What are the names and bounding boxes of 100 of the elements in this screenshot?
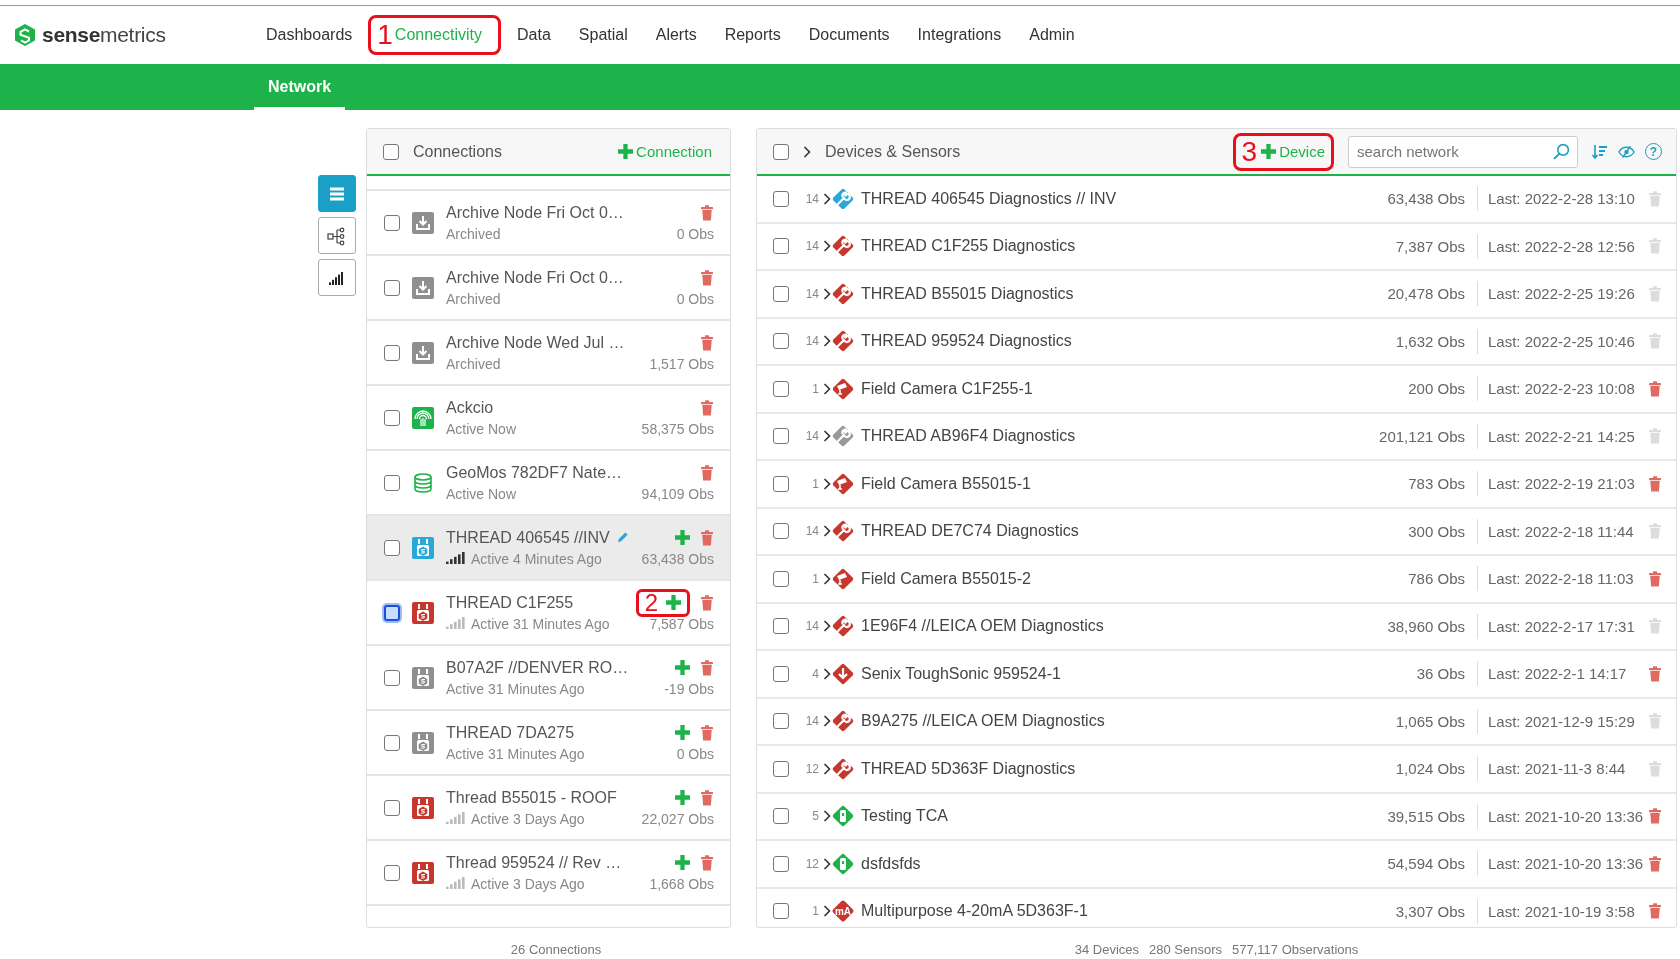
checkbox[interactable] xyxy=(773,665,789,682)
checkbox[interactable] xyxy=(773,523,789,540)
trash-icon[interactable] xyxy=(1648,855,1662,872)
tree-view-button[interactable] xyxy=(318,217,356,254)
chevron-icon[interactable] xyxy=(823,335,831,348)
device-row[interactable]: 12 dsfdsfds 54,594 Obs Last: 2021-10-20 13:36 xyxy=(757,841,1676,889)
pencil-icon[interactable] xyxy=(615,531,629,544)
checkbox[interactable] xyxy=(773,475,789,492)
trash-icon[interactable] xyxy=(1648,380,1662,397)
checkbox[interactable] xyxy=(384,734,400,751)
chevron-icon[interactable] xyxy=(823,715,831,728)
chevron-icon[interactable] xyxy=(823,810,831,823)
chevron-icon[interactable] xyxy=(823,667,831,680)
checkbox[interactable] xyxy=(384,474,400,491)
connection-row[interactable]: Archive Node Fri Oct 0… Archived 0 Obs xyxy=(367,191,730,256)
checkbox[interactable] xyxy=(773,238,789,255)
plus-icon[interactable] xyxy=(675,660,690,675)
checkbox[interactable] xyxy=(383,143,399,160)
checkbox[interactable] xyxy=(773,143,789,160)
checkbox[interactable] xyxy=(773,760,789,777)
checkbox[interactable] xyxy=(773,190,789,207)
nav-tab[interactable]: Documents xyxy=(796,20,902,50)
trash-icon[interactable] xyxy=(1648,903,1662,920)
connection-row[interactable]: Archive Node Fri Oct 0… Archived 0 Obs xyxy=(367,256,730,321)
sort-icon[interactable] xyxy=(1592,143,1608,160)
trash-icon[interactable] xyxy=(700,204,714,221)
list-view-button[interactable] xyxy=(318,175,356,212)
device-row[interactable]: 12 THREAD 5D363F Diagnostics 1,024 Obs Last: 2021-11-3 8:44 xyxy=(757,746,1676,794)
connection-row[interactable]: THREAD 406545 //INV Active 4 Minutes Ago 63,438 Obs xyxy=(367,516,730,581)
checkbox[interactable] xyxy=(384,539,400,556)
trash-icon[interactable] xyxy=(700,334,714,351)
device-row[interactable]: 14 THREAD AB96F4 Diagnostics 201,121 Obs Last: 2022-2-21 14:25 xyxy=(757,413,1676,461)
checkbox[interactable] xyxy=(384,669,400,686)
nav-tab[interactable]: Spatial xyxy=(566,20,640,50)
chevron-icon[interactable] xyxy=(803,145,811,158)
checkbox[interactable] xyxy=(384,344,400,361)
checkbox[interactable] xyxy=(384,864,400,881)
device-row[interactable]: 14 THREAD DE7C74 Diagnostics 300 Obs Last: 2022-2-18 11:44 xyxy=(757,508,1676,556)
connection-row[interactable]: B07A2F //DENVER RO… Active 31 Minutes Ago -19 Obs xyxy=(367,646,730,711)
checkbox[interactable] xyxy=(384,214,400,231)
nav-tab[interactable]: Admin xyxy=(1017,20,1087,50)
checkbox[interactable] xyxy=(773,285,789,302)
chevron-icon[interactable] xyxy=(823,572,831,585)
chevron-icon[interactable] xyxy=(823,430,831,443)
device-row[interactable]: 14 THREAD 959524 Diagnostics 1,632 Obs Last: 2022-2-25 10:46 xyxy=(757,318,1676,366)
device-row[interactable]: 14 B9A275 //LEICA OEM Diagnostics 1,065 Obs Last: 2021-12-9 15:29 xyxy=(757,698,1676,746)
checkbox[interactable] xyxy=(773,855,789,872)
trash-icon[interactable] xyxy=(700,464,714,481)
trash-icon[interactable] xyxy=(700,854,714,871)
trash-icon[interactable] xyxy=(1648,475,1662,492)
connection-row[interactable]: Archive Node Wed Jul … Archived 1,517 Obs xyxy=(367,321,730,386)
plus-icon[interactable] xyxy=(1261,144,1277,159)
trash-icon[interactable] xyxy=(1648,570,1662,587)
chevron-icon[interactable] xyxy=(823,477,831,490)
hidden-eye-icon[interactable] xyxy=(1618,144,1635,159)
checkbox[interactable] xyxy=(384,799,400,816)
trash-icon[interactable] xyxy=(1648,665,1662,682)
chevron-icon[interactable] xyxy=(823,762,831,775)
checkbox[interactable] xyxy=(384,604,400,621)
device-row[interactable]: 14 THREAD B55015 Diagnostics 20,478 Obs Last: 2022-2-25 19:26 xyxy=(757,271,1676,319)
trash-icon[interactable] xyxy=(700,724,714,741)
checkbox[interactable] xyxy=(773,380,789,397)
checkbox[interactable] xyxy=(773,618,789,635)
device-row[interactable]: 14 THREAD 406545 Diagnostics // INV 63,438 Obs Last: 2022-2-28 13:10 xyxy=(757,176,1676,224)
trash-icon[interactable] xyxy=(700,789,714,806)
device-row[interactable]: 1 Field Camera C1F255-1 200 Obs Last: 2022-2-23 10:08 xyxy=(757,366,1676,414)
connection-row[interactable]: Thread 959524 // Rev … Active 3 Days Ago 1,668 Obs xyxy=(367,841,730,906)
device-row[interactable]: 14 THREAD C1F255 Diagnostics 7,387 Obs Last: 2022-2-28 12:56 xyxy=(757,223,1676,271)
trash-icon[interactable] xyxy=(700,659,714,676)
chevron-icon[interactable] xyxy=(823,287,831,300)
plus-icon[interactable] xyxy=(675,725,690,740)
nav-tab[interactable]: Integrations xyxy=(905,20,1014,50)
checkbox[interactable] xyxy=(773,808,789,825)
checkbox[interactable] xyxy=(384,409,400,426)
nav-tab[interactable]: Alerts xyxy=(643,20,709,50)
chevron-icon[interactable] xyxy=(823,240,831,253)
trash-icon[interactable] xyxy=(1648,808,1662,825)
plus-icon[interactable] xyxy=(675,530,690,545)
chevron-icon[interactable] xyxy=(823,857,831,870)
trash-icon[interactable] xyxy=(700,529,714,546)
trash-icon[interactable] xyxy=(700,399,714,416)
chevron-icon[interactable] xyxy=(823,382,831,395)
device-row[interactable]: 1 Field Camera B55015-1 783 Obs Last: 2022-2-19 21:03 xyxy=(757,461,1676,509)
connection-row[interactable]: THREAD C1F255 Active 31 Minutes Ago 2 7,587 Obs xyxy=(367,581,730,646)
search-field[interactable]: search network xyxy=(1348,135,1578,168)
plus-icon[interactable] xyxy=(618,144,634,159)
connection-row[interactable]: THREAD 7DA275 Active 31 Minutes Ago 0 Obs xyxy=(367,711,730,776)
checkbox[interactable] xyxy=(773,333,789,350)
checkbox[interactable] xyxy=(773,570,789,587)
connection-row[interactable]: Thread B55015 - ROOF Active 3 Days Ago 22,027 Obs xyxy=(367,776,730,841)
plus-icon[interactable] xyxy=(675,790,690,805)
device-row[interactable]: 4 Senix ToughSonic 959524-1 36 Obs Last: 2022-2-1 14:17 xyxy=(757,651,1676,699)
checkbox[interactable] xyxy=(384,279,400,296)
device-row[interactable]: 1 Field Camera B55015-2 786 Obs Last: 2022-2-18 11:03 xyxy=(757,556,1676,604)
checkbox[interactable] xyxy=(773,713,789,730)
checkbox[interactable] xyxy=(773,428,789,445)
trash-icon[interactable] xyxy=(700,594,714,611)
nav-tab[interactable]: Data xyxy=(505,20,563,50)
device-row[interactable]: 14 1E96F4 //LEICA OEM Diagnostics 38,960 Obs Last: 2022-2-17 17:31 xyxy=(757,603,1676,651)
plus-icon[interactable] xyxy=(666,595,681,610)
